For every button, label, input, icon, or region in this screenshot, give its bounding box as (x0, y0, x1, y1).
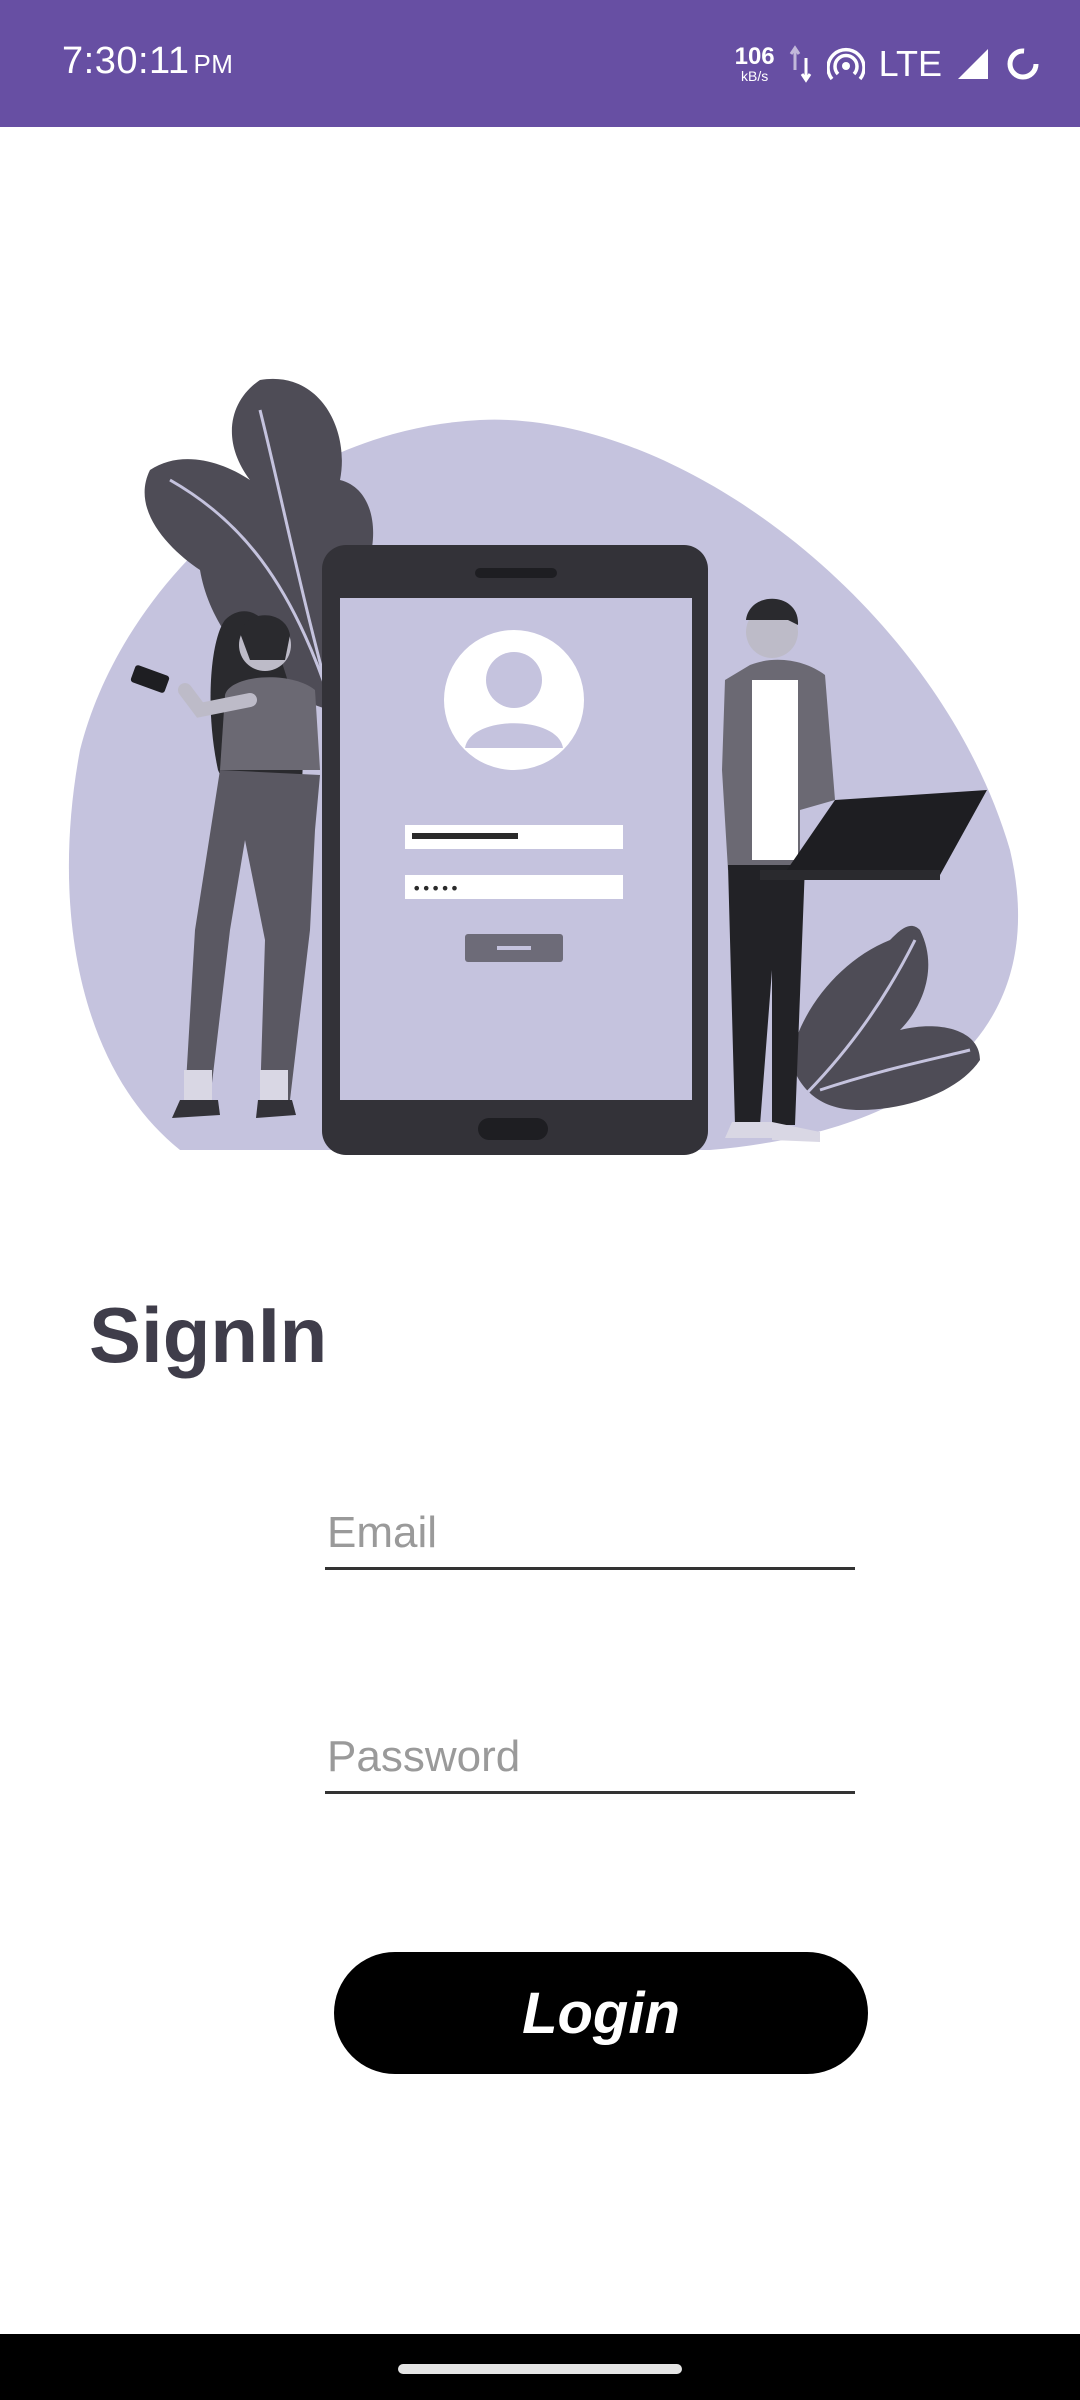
hotspot-icon (826, 48, 865, 81)
home-indicator[interactable] (398, 2364, 682, 2374)
login-illustration: ••••• (68, 378, 1019, 1155)
password-mask-text: ••••• (412, 879, 459, 898)
network-speed: 106 kB/s (734, 43, 775, 84)
speed-value: 106 (734, 43, 775, 70)
speed-unit: kB/s (741, 68, 769, 84)
password-field[interactable] (325, 1722, 855, 1794)
page-title: SignIn (89, 1291, 328, 1379)
time-ampm: PM (193, 49, 234, 79)
time-text: 7:30:11 (62, 40, 190, 82)
signal-icon (958, 49, 988, 79)
status-time: 7:30:11 PM (62, 40, 233, 83)
battery-icon (1007, 48, 1039, 80)
status-indicators: 106 kB/s LTE (735, 40, 1042, 88)
status-bar: 7:30:11 PM 106 kB/s LTE (0, 0, 1080, 127)
network-type: LTE (878, 43, 942, 84)
login-button[interactable]: Login (334, 1952, 868, 2074)
email-field[interactable] (325, 1498, 855, 1570)
data-transfer-icon (789, 45, 811, 83)
